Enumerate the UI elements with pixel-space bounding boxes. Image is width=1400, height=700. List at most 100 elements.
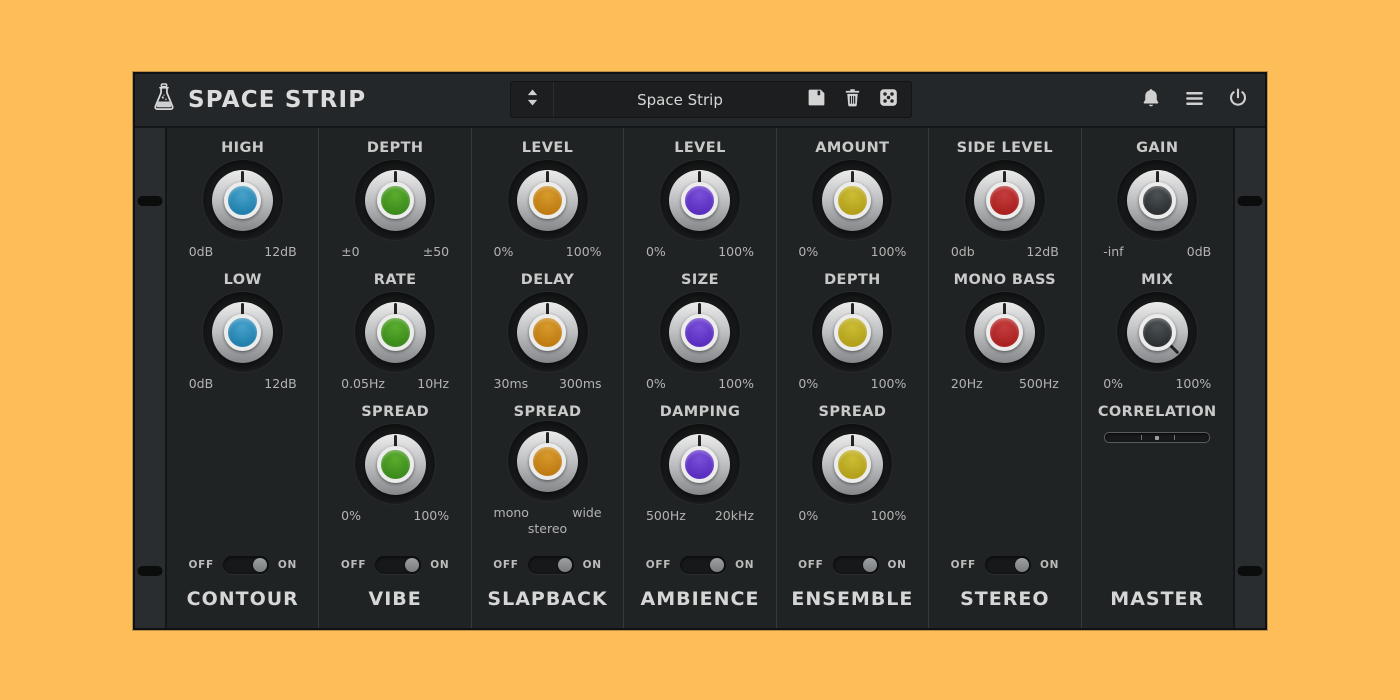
header-right-icons xyxy=(1140,87,1265,113)
toggle-ambience[interactable] xyxy=(680,556,726,574)
toggle-contour[interactable] xyxy=(223,556,269,574)
knob-max-label: 0dB xyxy=(1187,244,1211,259)
knob-min-label: 500Hz xyxy=(646,508,686,523)
section-master: GAIN -inf 0dB MIX 0% xyxy=(1081,128,1233,628)
section-title-master: MASTER xyxy=(1110,588,1204,614)
toggle-slapback[interactable] xyxy=(528,556,574,574)
knob-label: DEPTH xyxy=(367,140,424,159)
menu-button[interactable] xyxy=(1183,88,1206,113)
knob-slapback-spread[interactable] xyxy=(508,421,588,501)
toggle-row: OFF ON xyxy=(646,553,755,577)
knob-max-label: 100% xyxy=(871,376,907,391)
section-footer: OFF ON SLAPBACK xyxy=(472,553,623,628)
header-bar: SPACE STRIP Space Strip xyxy=(135,74,1265,128)
knob-min-label: 0% xyxy=(798,376,818,391)
preset-prev-next-button[interactable] xyxy=(511,82,554,117)
knob-ensemble-amount[interactable] xyxy=(812,160,892,240)
rack-edge-right xyxy=(1233,128,1265,628)
knob-label: RATE xyxy=(374,272,417,291)
toggle-row: OFF ON xyxy=(798,553,907,577)
section-title-ensemble: ENSEMBLE xyxy=(791,588,913,614)
save-preset-button[interactable] xyxy=(806,87,827,112)
knob-max-label: 100% xyxy=(871,244,907,259)
knob-label: LEVEL xyxy=(674,140,726,159)
toggle-ensemble[interactable] xyxy=(833,556,879,574)
knob-group: DEPTH 0% 100% xyxy=(777,260,928,392)
knob-stereo-mono-bass[interactable] xyxy=(965,292,1045,372)
knob-contour-low[interactable] xyxy=(203,292,283,372)
knob-group: SIDE LEVEL 0db 12dB xyxy=(929,128,1080,260)
knob-ensemble-spread[interactable] xyxy=(812,424,892,504)
logo-wrap: SPACE STRIP xyxy=(135,82,366,118)
section-ensemble: AMOUNT 0% 100% DEPTH 0% xyxy=(776,128,928,628)
knob-ambience-size[interactable] xyxy=(660,292,740,372)
knob-slapback-delay[interactable] xyxy=(508,292,588,372)
section-footer: OFF ON VIBE xyxy=(319,553,470,628)
knob-label: LOW xyxy=(224,272,262,291)
toggle-row: OFF ON xyxy=(493,553,602,577)
toggle-vibe[interactable] xyxy=(375,556,421,574)
correlation-meter xyxy=(1104,432,1210,443)
section-vibe: DEPTH ±0 ±50 RATE 0.05Hz xyxy=(318,128,470,628)
toggle-off-label: OFF xyxy=(493,559,518,571)
section-title-vibe: VIBE xyxy=(369,588,422,614)
toggle-row: OFF ON xyxy=(341,553,450,577)
knob-vibe-spread[interactable] xyxy=(355,424,435,504)
toggle-row: OFF ON xyxy=(951,553,1060,577)
knob-slapback-level[interactable] xyxy=(508,160,588,240)
trash-icon xyxy=(843,87,862,112)
knob-ensemble-depth[interactable] xyxy=(812,292,892,372)
knob-group: SPREAD 0% 100% xyxy=(777,392,928,534)
knob-stereo-side-level[interactable] xyxy=(965,160,1045,240)
toggle-off-label: OFF xyxy=(798,559,823,571)
knob-label: SIDE LEVEL xyxy=(957,140,1053,159)
rack-edge-left xyxy=(135,128,167,628)
knob-vibe-rate[interactable] xyxy=(355,292,435,372)
section-footer: OFF ON AMBIENCE xyxy=(624,553,775,628)
knob-max-label: 100% xyxy=(566,244,602,259)
knob-min-label: mono xyxy=(494,505,529,520)
knob-label: LEVEL xyxy=(522,140,574,159)
preset-name[interactable]: Space Strip xyxy=(554,91,806,109)
meter-group: CORRELATION xyxy=(1082,392,1233,534)
knob-max-label: 500Hz xyxy=(1019,376,1059,391)
correlation-label: CORRELATION xyxy=(1098,404,1217,423)
knob-ambience-level[interactable] xyxy=(660,160,740,240)
main-panel: HIGH 0dB 12dB LOW 0dB xyxy=(135,128,1265,628)
floppy-disk-icon xyxy=(806,87,827,112)
toggle-stereo[interactable] xyxy=(985,556,1031,574)
preset-actions xyxy=(806,87,911,112)
knob-group: MIX 0% 100% xyxy=(1082,260,1233,392)
toggle-knob xyxy=(405,558,419,572)
meter-indicator xyxy=(1155,436,1159,440)
knob-group: DAMPING 500Hz 20kHz xyxy=(624,392,775,534)
knob-group: DELAY 30ms 300ms xyxy=(472,260,623,392)
knob-label: DAMPING xyxy=(660,404,741,423)
knob-max-label: 100% xyxy=(871,508,907,523)
meter-tick xyxy=(1141,435,1142,440)
toggle-knob xyxy=(253,558,267,572)
delete-preset-button[interactable] xyxy=(843,87,862,112)
knob-ambience-damping[interactable] xyxy=(660,424,740,504)
knob-master-mix[interactable] xyxy=(1117,292,1197,372)
knob-master-gain[interactable] xyxy=(1117,160,1197,240)
randomize-preset-button[interactable] xyxy=(878,87,899,112)
preset-bar: Space Strip xyxy=(510,81,912,118)
plugin-title: SPACE STRIP xyxy=(188,87,366,113)
knob-max-label: 12dB xyxy=(1026,244,1058,259)
knob-min-label: ±0 xyxy=(341,244,359,259)
section-ambience: LEVEL 0% 100% SIZE 0% xyxy=(623,128,775,628)
knob-group: GAIN -inf 0dB xyxy=(1082,128,1233,260)
knob-vibe-depth[interactable] xyxy=(355,160,435,240)
toggle-knob xyxy=(558,558,572,572)
power-button[interactable] xyxy=(1227,87,1249,113)
section-title-slapback: SLAPBACK xyxy=(487,588,607,614)
knob-min-label: 20Hz xyxy=(951,376,983,391)
knob-group: HIGH 0dB 12dB xyxy=(167,128,318,260)
knob-group: SPREAD mono wide stereo xyxy=(472,392,623,534)
knob-max-label: 10Hz xyxy=(417,376,449,391)
notifications-button[interactable] xyxy=(1140,87,1162,113)
knob-max-label: 100% xyxy=(1175,376,1211,391)
knob-max-label: 100% xyxy=(718,244,754,259)
knob-contour-high[interactable] xyxy=(203,160,283,240)
